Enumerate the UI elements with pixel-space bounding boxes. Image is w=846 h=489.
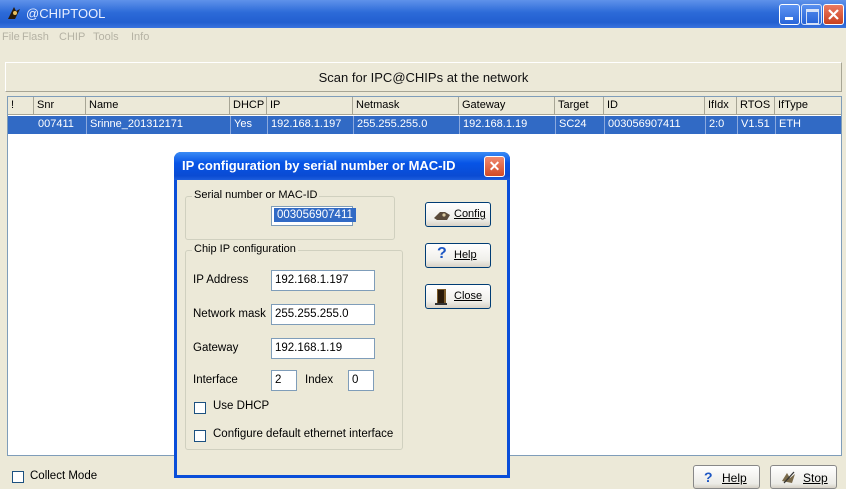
cell-iftype: ETH [779,118,801,130]
serial-group-label: Serial number or MAC-ID [192,189,320,201]
column-header-ip[interactable]: IP [267,97,353,115]
stop-button-label: Stop [803,471,828,485]
use-dhcp-checkbox[interactable] [194,402,206,414]
column-header-gateway[interactable]: Gateway [459,97,555,115]
interface-input[interactable]: 2 [271,370,297,391]
menu-info[interactable]: Info [131,31,149,43]
default-interface-checkbox[interactable] [194,430,206,442]
column-header-name[interactable]: Name [86,97,230,115]
use-dhcp-label: Use DHCP [213,400,270,412]
column-header-iftype[interactable]: IfType [775,97,841,115]
ip-address-input[interactable]: 192.168.1.197 [271,270,375,291]
column-header-ifidx[interactable]: IfIdx [705,97,737,115]
network-mask-input[interactable]: 255.255.255.0 [271,304,375,325]
window-title: @CHIPTOOL [26,6,106,21]
dialog-help-button-label: Help [454,249,477,261]
column-header-id[interactable]: ID [604,97,705,115]
serial-input[interactable]: 003056907411 [271,206,356,226]
dialog-close-action-label: Close [454,290,483,302]
index-label: Index [305,374,334,386]
ip-address-label: IP Address [193,274,249,286]
cell-divider [775,116,776,134]
column-header-dhcp[interactable]: DHCP [230,97,267,115]
cell-divider [705,116,706,134]
menu-file[interactable]: File [2,31,20,43]
cell-divider [604,116,605,134]
cell-divider [86,116,87,134]
dialog-close-button[interactable]: ✕ [484,156,505,177]
question-icon: ? [437,245,447,262]
gateway-label: Gateway [193,342,239,354]
dialog-title-bar[interactable]: IP configuration by serial number or MAC… [174,152,510,180]
index-input[interactable]: 0 [348,370,374,391]
help-button-label: Help [722,471,747,485]
cell-target: SC24 [559,118,587,130]
default-interface-label: Configure default ethernet interface [213,428,394,440]
cell-divider [737,116,738,134]
menu-flash[interactable]: Flash [22,31,49,43]
cell-gateway: 192.168.1.19 [463,118,528,130]
interface-label: Interface [193,374,238,386]
question-icon: ? [704,469,713,485]
maximize-button[interactable] [801,4,822,25]
collect-mode-label: Collect Mode [30,470,98,482]
config-button[interactable]: Config [425,202,491,227]
serial-value: 003056907411 [274,208,356,222]
cell-netmask: 255.255.255.0 [357,118,428,130]
cell-ip: 192.168.1.197 [271,118,342,130]
dialog-title: IP configuration by serial number or MAC… [182,158,456,173]
column-header-rtos[interactable]: RTOS [737,97,775,115]
config-icon [434,212,450,220]
gateway-input[interactable]: 192.168.1.19 [271,338,375,359]
cell-rtos: V1.51 [741,118,770,130]
title-bar[interactable]: @CHIPTOOL [0,0,846,28]
ip-config-dialog: IP configuration by serial number or MAC… [174,152,510,478]
menu-chip[interactable]: CHIP [59,31,85,43]
close-icon: ✕ [488,158,501,174]
column-header-flag[interactable]: ! [8,97,34,115]
cell-dhcp: Yes [234,118,252,130]
column-header-target[interactable]: Target [555,97,604,115]
dialog-body: Serial number or MAC-ID 003056907411 Chi… [177,180,507,475]
collect-mode-checkbox[interactable] [12,471,24,483]
scan-button[interactable]: Scan for IPC@CHIPs at the network [5,62,842,92]
cell-divider [230,116,231,134]
cell-snr: 007411 [38,118,74,130]
help-button[interactable]: ? Help [693,465,760,489]
close-icon [828,9,839,20]
menu-tools[interactable]: Tools [93,31,119,43]
stop-button[interactable]: Stop [770,465,837,489]
column-header-snr[interactable]: Snr [34,97,86,115]
chip-tool-app-icon [8,7,20,19]
cell-id: 003056907411 [608,118,681,130]
cell-divider [353,116,354,134]
cell-ifidx: 2:0 [709,118,725,130]
table-row[interactable]: 007411 Srinne_201312171 Yes 192.168.1.19… [8,116,841,134]
menu-bar: File Flash CHIP Tools Info [0,28,846,46]
cell-divider [459,116,460,134]
dialog-close-action-button[interactable]: Close [425,284,491,309]
column-header-netmask[interactable]: Netmask [353,97,459,115]
dialog-help-button[interactable]: ? Help [425,243,491,268]
config-button-label: Config [454,208,486,220]
door-exit-icon [435,289,447,305]
cell-name: Srinne_201312171 [90,118,183,130]
cell-divider [555,116,556,134]
cell-divider [267,116,268,134]
chip-ip-group-label: Chip IP configuration [192,243,298,255]
network-mask-label: Network mask [193,308,266,320]
window-close-button[interactable] [823,4,844,25]
stop-icon [782,471,795,484]
scan-label: Scan for IPC@CHIPs at the network [318,70,529,85]
minimize-button[interactable] [779,4,800,25]
